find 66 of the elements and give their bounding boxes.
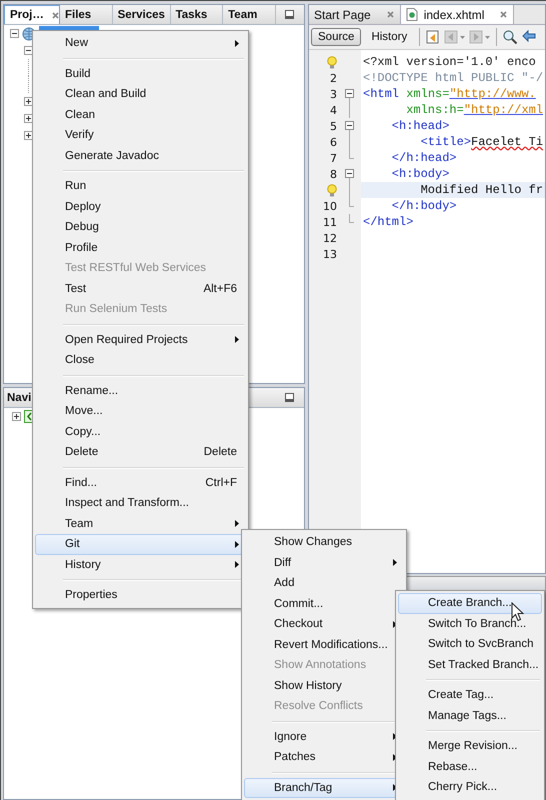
menu-item[interactable]: Merge Revision... [398,736,542,756]
menu-item[interactable]: Generate Javadoc [35,146,246,166]
line-number: 3 [330,88,337,100]
code-line: </h:head> [390,151,457,165]
panel-tab[interactable]: Tasks [170,5,224,24]
code-line: <?xml version='1.0' enco [363,55,536,69]
shortcut-text: Delete [204,446,237,458]
editor-tab[interactable]: Start Page [309,5,401,24]
menu-item[interactable]: Switch To Branch... [398,614,542,634]
menu-item[interactable]: Debug [35,217,246,238]
code-line: <html xmlns="http://www. [363,87,536,101]
menu-item[interactable]: Add [244,573,404,594]
line-number: 7 [330,152,337,164]
menu-item[interactable]: Find... Ctrl+F [35,472,246,493]
menu-item[interactable]: Profile [35,238,246,258]
panel-tab[interactable]: Files [60,5,113,24]
code-line: <h:head> [390,119,450,133]
menu-item[interactable]: Show Changes [244,532,404,552]
code-line: </html> [363,215,414,229]
line-number: 8 [330,168,337,180]
panel-tab[interactable]: Services [112,5,171,24]
line-number: 6 [330,136,337,148]
view-button[interactable]: History [364,28,414,46]
menu-item[interactable]: Copy... [35,422,246,442]
menu-item[interactable]: Test Alt+F6 [35,278,246,299]
line-number: 5 [330,120,337,132]
panel-tab[interactable]: Proj… [4,5,60,24]
code-line: <title>Facelet Ti [420,135,544,149]
code-line: Modified Hello fr [420,183,544,197]
menu-item[interactable]: Inspect and Transform... [35,493,246,514]
view-button[interactable]: Source [311,28,362,46]
panel-tab[interactable]: Team [223,5,276,24]
menu-item[interactable]: New [35,33,246,54]
menu-item[interactable]: Close [35,350,246,370]
menu-item[interactable]: Open Required Projects [35,330,246,350]
menu-item[interactable]: Set Tracked Branch... [398,654,542,675]
menu-item[interactable]: Verify [35,125,246,146]
menu-item[interactable]: Switch to SvcBranch [398,634,542,654]
line-number: 12 [323,232,337,244]
code-line: </h:body> [390,199,457,213]
menu-item[interactable]: Rebase... [398,756,542,777]
menu-item[interactable]: Create Branch... [398,593,542,614]
menu-item[interactable]: Clean and Build [35,84,246,104]
line-number: 2 [330,72,337,84]
code-line: <!DOCTYPE html PUBLIC "-/ [363,71,544,85]
line-number: 13 [323,248,337,260]
menu-item[interactable]: Clean [35,104,246,125]
menu-item[interactable]: Delete Delete [35,442,246,462]
shortcut-text: Alt+F6 [203,282,237,295]
menu-item[interactable]: Rename... [35,380,246,401]
menu-item[interactable]: Team [35,514,246,534]
code-line: <h:body> [390,167,450,181]
menu-item[interactable]: Run [35,176,246,196]
menu-item[interactable]: Diff [244,552,404,573]
line-number: 11 [323,216,337,228]
menu-item[interactable]: Manage Tags... [398,706,542,726]
code-line: xmlns:h="http://xml [405,103,544,117]
menu-item[interactable]: Build [35,64,246,84]
shortcut-text: Ctrl+F [205,476,237,489]
editor-tab[interactable]: index.xhtml [400,5,514,24]
menu-item[interactable]: Deploy [35,196,246,217]
panel-title: Navi [6,392,32,404]
line-number: 4 [330,104,337,116]
menu-item[interactable]: Move... [35,401,246,422]
menu-item[interactable]: Create Tag... [398,685,542,706]
line-number: 10 [323,200,337,212]
